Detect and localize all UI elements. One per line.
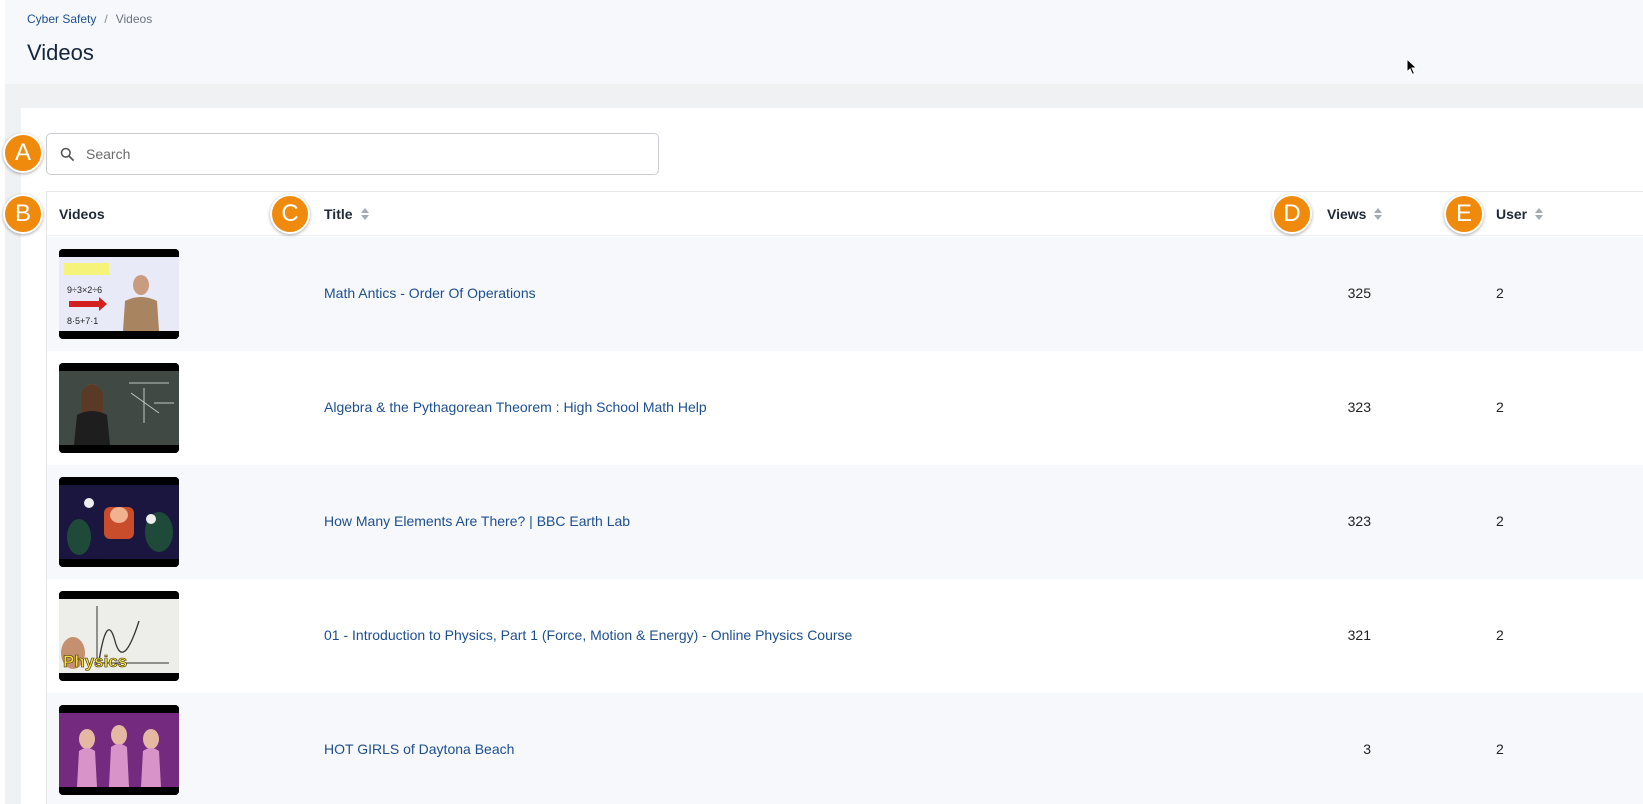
svg-text:Physics: Physics [63,652,127,671]
search-icon [60,147,74,161]
annotation-marker-b: B [3,194,43,234]
video-title-link[interactable]: 01 - Introduction to Physics, Part 1 (Fo… [324,627,852,643]
user-count: 2 [1496,285,1504,301]
video-thumbnail-image [59,477,179,567]
column-header-videos-label: Videos [59,206,105,222]
video-thumbnail[interactable]: Physics [59,591,179,681]
video-thumbnail-image: Physics [59,591,179,681]
column-header-user[interactable]: User [1496,206,1544,222]
breadcrumb-separator: / [104,12,108,26]
search-input[interactable] [86,146,626,162]
annotation-marker-d: D [1272,194,1312,234]
table-row: HOT GIRLS of Daytona Beach 3 2 [47,693,1643,804]
video-thumbnail-image [59,363,179,453]
sort-icon[interactable] [1535,208,1544,220]
svg-text:9÷3×2÷6: 9÷3×2÷6 [67,285,102,295]
user-count: 2 [1496,399,1504,415]
breadcrumb-root-link[interactable]: Cyber Safety [27,12,96,26]
user-count: 2 [1496,513,1504,529]
sort-icon[interactable] [360,208,369,220]
views-count: 321 [1347,627,1371,643]
video-title-link[interactable]: HOT GIRLS of Daytona Beach [324,741,514,757]
svg-text:8·5+7·1: 8·5+7·1 [67,316,98,326]
video-thumbnail[interactable] [59,705,179,795]
column-header-videos: Videos [59,206,105,222]
video-thumbnail-image [59,705,179,795]
annotation-marker-e: E [1444,194,1484,234]
user-count: 2 [1496,627,1504,643]
video-title-link[interactable]: Algebra & the Pythagorean Theorem : High… [324,399,707,415]
table-row: Physics 01 - Introduction to Physics, Pa… [47,579,1643,693]
video-thumbnail[interactable] [59,363,179,453]
views-count: 323 [1347,399,1371,415]
column-header-title-label: Title [324,206,353,222]
search-box[interactable] [46,133,659,175]
views-count: 325 [1347,285,1371,301]
video-thumbnail-image: 9÷3×2÷6 8·5+7·1 [59,249,179,339]
video-thumbnail[interactable] [59,477,179,567]
page-header: Cyber Safety / Videos Videos [5,0,1643,84]
annotation-marker-a: A [3,133,43,173]
video-title-link[interactable]: How Many Elements Are There? | BBC Earth… [324,513,630,529]
views-count: 323 [1347,513,1371,529]
page-title: Videos [27,40,94,65]
table-row: Algebra & the Pythagorean Theorem : High… [47,351,1643,465]
column-header-views[interactable]: Views [1327,206,1383,222]
sort-icon[interactable] [1374,208,1383,220]
views-count: 3 [1363,741,1371,757]
column-header-user-label: User [1496,206,1528,222]
video-thumbnail[interactable]: 9÷3×2÷6 8·5+7·1 [59,249,179,339]
breadcrumb-current: Videos [115,12,153,26]
annotation-marker-c: C [270,194,310,234]
table-row: 9÷3×2÷6 8·5+7·1 Math Antics - Order Of O… [47,237,1643,351]
mouse-cursor-icon [1406,58,1418,76]
table-row: How Many Elements Are There? | BBC Earth… [47,465,1643,579]
column-header-title[interactable]: Title [324,206,369,222]
column-header-views-label: Views [1327,206,1367,222]
videos-table: Videos Title Views User 9÷3×2÷6 8·5+7·1 [46,191,1643,804]
video-title-link[interactable]: Math Antics - Order Of Operations [324,285,536,301]
user-count: 2 [1496,741,1504,757]
breadcrumb: Cyber Safety / Videos [27,12,152,26]
